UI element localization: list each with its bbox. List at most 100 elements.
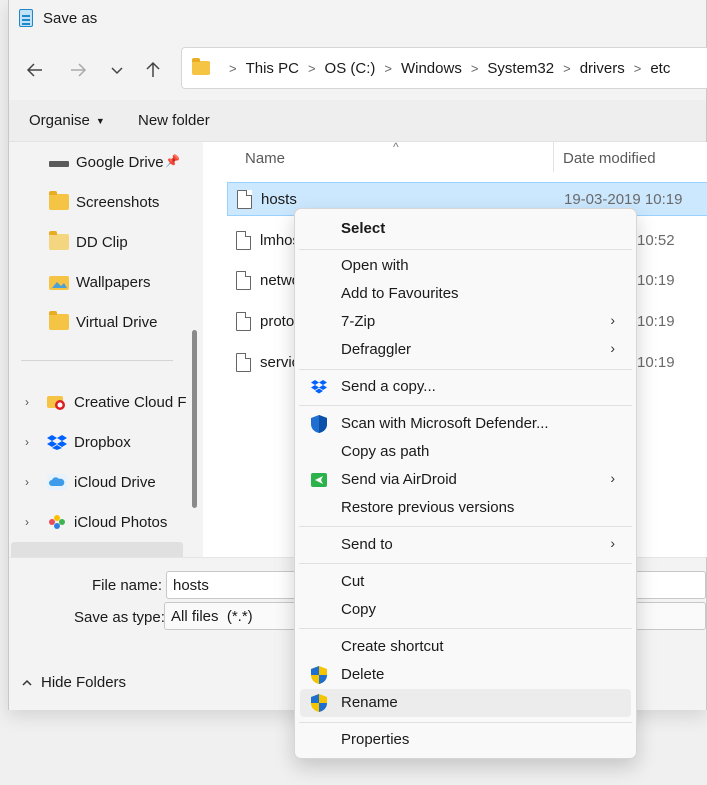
menu-separator — [299, 563, 632, 564]
navigation-bar: > This PC > OS (C:) > Windows > System32… — [9, 38, 707, 100]
dropbox-icon — [311, 380, 327, 394]
up-button[interactable] — [139, 56, 167, 84]
nav-scrollbar-thumb[interactable] — [192, 330, 197, 508]
nav-label: Dropbox — [74, 433, 131, 451]
menu-label: Send via AirDroid — [341, 471, 457, 488]
nav-label: Wallpapers — [76, 273, 151, 291]
new-folder-button[interactable]: New folder — [138, 112, 210, 129]
nav-item-creative-cloud[interactable]: › Creative Cloud F — [9, 382, 191, 422]
file-icon — [237, 189, 252, 209]
breadcrumb-drivers[interactable]: drivers — [580, 60, 625, 77]
nav-item-dd-clip[interactable]: DD Clip — [9, 222, 191, 262]
menu-label: Create shortcut — [341, 638, 444, 655]
chevron-up-icon — [22, 679, 32, 686]
nav-item-icloud-photos[interactable]: › iCloud Photos — [9, 502, 191, 542]
nav-label: iCloud Drive — [74, 473, 156, 491]
nav-label: DD Clip — [76, 233, 128, 251]
nav-item-dropbox[interactable]: › Dropbox — [9, 422, 191, 462]
menu-item-delete[interactable]: Delete — [300, 661, 631, 689]
icloud-photos-icon — [49, 515, 65, 529]
file-name-label: File name: — [92, 577, 163, 594]
menu-label: Send a copy... — [341, 378, 436, 395]
breadcrumb-this-pc[interactable]: This PC — [246, 60, 299, 77]
menu-label: 7-Zip — [341, 313, 376, 330]
nav-item-virtual-drive[interactable]: Virtual Drive — [9, 302, 191, 342]
chevron-right-icon: › — [610, 470, 615, 486]
menu-item-create-shortcut[interactable]: Create shortcut — [300, 633, 631, 661]
menu-item-add-to-favourites[interactable]: Add to Favourites — [300, 280, 631, 308]
nav-item-icloud-drive[interactable]: › iCloud Drive — [9, 462, 191, 502]
navigation-pane: Google Drive 📌 Screenshots DD Clip Wallp… — [9, 142, 191, 557]
menu-item-copy[interactable]: Copy — [300, 596, 631, 624]
menu-label: Scan with Microsoft Defender... — [341, 415, 549, 432]
menu-label: Cut — [341, 573, 365, 590]
menu-item-rename[interactable]: Rename — [300, 689, 631, 717]
wallpaper-folder-icon — [49, 276, 69, 290]
column-header-name[interactable]: Name — [245, 150, 285, 167]
nav-item-google-drive[interactable]: Google Drive 📌 — [9, 142, 191, 182]
menu-item-scan-defender[interactable]: Scan with Microsoft Defender... — [300, 410, 631, 438]
context-menu: Select Open with Add to Favourites 7-Zip… — [294, 208, 637, 759]
menu-item-send-to[interactable]: Send to › — [300, 531, 631, 559]
organise-button[interactable]: Organise ▼ — [29, 112, 105, 129]
menu-label: Properties — [341, 731, 410, 748]
menu-item-select[interactable]: Select — [300, 215, 631, 243]
back-button[interactable] — [21, 56, 49, 84]
file-date: 10:19 — [637, 353, 675, 371]
menu-separator — [299, 526, 632, 527]
menu-label: Defraggler — [341, 341, 412, 358]
icloud-drive-icon — [47, 474, 67, 490]
nav-label: Google Drive — [76, 153, 164, 171]
address-bar[interactable]: > This PC > OS (C:) > Windows > System32… — [181, 47, 707, 89]
menu-item-send-a-copy[interactable]: Send a copy... — [300, 373, 631, 401]
hide-folders-button[interactable]: Hide Folders — [21, 674, 126, 691]
menu-label: Rename — [341, 694, 398, 711]
command-bar: Organise ▼ New folder — [9, 100, 706, 142]
caret-down-icon: ▼ — [95, 116, 105, 127]
save-as-type-value: All files (*.*) — [171, 607, 253, 625]
menu-item-defraggler[interactable]: Defraggler › — [300, 336, 631, 364]
nav-item-this-pc[interactable] — [11, 542, 183, 557]
airdroid-icon — [311, 473, 327, 487]
forward-button[interactable] — [64, 56, 92, 84]
dropbox-icon — [47, 435, 67, 450]
recent-locations-button[interactable] — [103, 56, 131, 84]
menu-separator — [299, 249, 632, 250]
menu-item-copy-as-path[interactable]: Copy as path — [300, 438, 631, 466]
menu-label: Send to — [341, 536, 393, 553]
column-header-date[interactable]: Date modified — [563, 150, 656, 167]
column-divider[interactable] — [553, 142, 554, 172]
nav-label: iCloud Photos — [74, 513, 168, 531]
menu-item-7zip[interactable]: 7-Zip › — [300, 308, 631, 336]
file-name-value: hosts — [173, 576, 209, 594]
save-as-type-label: Save as type: — [74, 609, 165, 626]
chevron-right-icon[interactable]: › — [25, 515, 39, 529]
breadcrumb-os-c[interactable]: OS (C:) — [325, 60, 376, 77]
nav-item-screenshots[interactable]: Screenshots — [9, 182, 191, 222]
chevron-right-icon[interactable]: › — [25, 395, 39, 409]
file-icon — [236, 270, 251, 290]
menu-item-cut[interactable]: Cut — [300, 568, 631, 596]
breadcrumb-etc[interactable]: etc — [650, 60, 670, 77]
nav-label: Creative Cloud F — [74, 393, 187, 411]
notepad-icon — [19, 9, 33, 27]
defender-shield-icon — [311, 415, 327, 433]
menu-item-restore-previous-versions[interactable]: Restore previous versions — [300, 494, 631, 522]
breadcrumb-windows[interactable]: Windows — [401, 60, 462, 77]
menu-item-send-via-airdroid[interactable]: Send via AirDroid › — [300, 466, 631, 494]
menu-label: Select — [341, 220, 386, 237]
menu-item-properties[interactable]: Properties — [300, 726, 631, 754]
menu-item-open-with[interactable]: Open with — [300, 252, 631, 280]
menu-separator — [299, 405, 632, 406]
menu-separator — [299, 369, 632, 370]
chevron-right-icon: › — [610, 535, 615, 551]
file-icon — [236, 230, 251, 250]
chevron-right-icon: > — [633, 60, 642, 76]
chevron-right-icon: > — [470, 60, 479, 76]
menu-separator — [299, 628, 632, 629]
nav-item-wallpapers[interactable]: Wallpapers — [9, 262, 191, 302]
breadcrumb-system32[interactable]: System32 — [487, 60, 554, 77]
file-name: hosts — [261, 190, 297, 208]
chevron-right-icon[interactable]: › — [25, 475, 39, 489]
chevron-right-icon[interactable]: › — [25, 435, 39, 449]
